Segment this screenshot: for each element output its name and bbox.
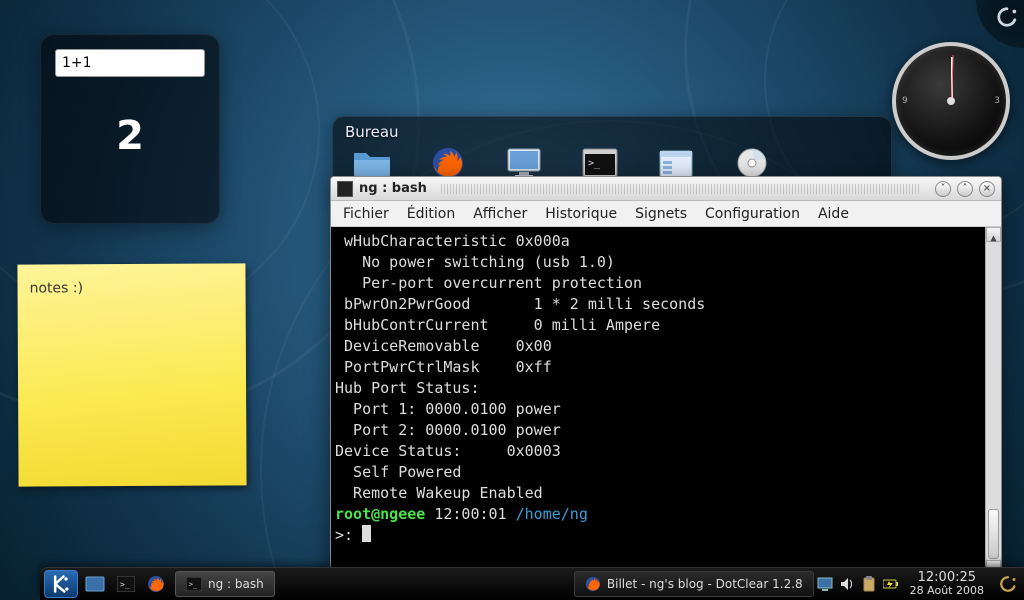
terminal-scrollbar[interactable]: ▲ ▼ [985,227,1001,575]
firefox-icon [147,575,165,593]
terminal-line: wHubCharacteristic 0x000a [335,232,570,250]
terminal-line: Self Powered [335,463,461,481]
taskbar-entry-konsole[interactable]: >_ ng : bash [175,571,275,597]
konsole-window[interactable]: ng : bash ˅ ˄ × Fichier Édition Afficher… [330,176,1002,576]
clock-tick-3: 3 [994,96,1000,106]
terminal-viewport[interactable]: wHubCharacteristic 0x000a No power switc… [331,227,1001,575]
quicklaunch-firefox[interactable] [142,571,170,597]
terminal-line: Remote Wakeup Enabled [335,484,543,502]
taskbar-clock-time: 12:00:25 [910,571,984,584]
konsole-icon: >_ [186,577,202,591]
terminal-line: No power switching (usb 1.0) [335,253,615,271]
terminal-line: bPwrOn2PwrGood 1 * 2 milli seconds [335,295,705,313]
panel-cashew-button[interactable] [993,571,1023,597]
menu-edition[interactable]: Édition [407,206,455,222]
terminal-line: Port 1: 0000.0100 power [335,400,561,418]
menubar[interactable]: Fichier Édition Afficher Historique Sign… [331,201,1001,227]
window-titlebar[interactable]: ng : bash ˅ ˄ × [331,177,1001,201]
tray-clipboard-icon[interactable] [860,575,878,593]
titlebar-grip[interactable] [441,184,921,194]
menu-afficher[interactable]: Afficher [473,206,527,222]
terminal-line: Port 2: 0000.0100 power [335,421,561,439]
prompt-path: /home/ng [516,505,588,523]
prompt-user: root@ngeee [335,505,425,523]
prompt-time: 12:00:01 [434,505,506,523]
menu-aide[interactable]: Aide [818,206,849,222]
cashew-icon [996,6,1018,28]
kickoff-menu-button[interactable] [44,570,78,598]
konsole-titlebar-icon [337,181,353,197]
taskbar-panel[interactable]: >_ >_ ng : bash Billet - ng's blog - Dot… [40,567,1024,600]
show-desktop-icon [85,576,105,592]
menu-fichier[interactable]: Fichier [343,206,389,222]
calculator-widget[interactable]: 2 [40,34,220,224]
sticky-note-widget[interactable]: notes :) [17,263,246,486]
terminal-line: Device Status: 0x0003 [335,442,561,460]
terminal-line: Hub Port Status: [335,379,480,397]
terminal-line: PortPwrCtrlMask 0xff [335,358,552,376]
tray-volume-icon[interactable] [838,575,856,593]
show-desktop-button[interactable] [80,571,110,597]
menu-configuration[interactable]: Configuration [705,206,800,222]
prompt-ps2: >: [335,526,362,544]
svg-text:>_: >_ [588,158,601,169]
terminal-line: bHubContrCurrent 0 milli Ampere [335,316,660,334]
sticky-note-text[interactable]: notes :) [30,280,84,296]
taskbar-entry-label: ng : bash [208,577,264,591]
menu-historique[interactable]: Historique [545,206,617,222]
calculator-input[interactable] [55,49,205,77]
firefox-icon [585,576,601,592]
close-button[interactable]: × [979,181,995,197]
terminal-line: DeviceRemovable 0x00 [335,337,552,355]
tray-battery-icon[interactable] [882,575,900,593]
konsole-icon: >_ [117,576,135,592]
scrollbar-thumb[interactable] [988,509,999,559]
taskbar-clock[interactable]: 12:00:25 28 Août 2008 [902,571,992,597]
maximize-button[interactable]: ˄ [957,181,973,197]
scroll-up-button[interactable]: ▲ [986,227,1001,242]
terminal-cursor [362,525,371,542]
clock-tick-9: 9 [902,96,908,106]
svg-text:>_: >_ [189,581,198,589]
window-title: ng : bash [359,181,427,196]
taskbar-clock-date: 28 Août 2008 [910,584,984,597]
taskbar-entry-label: Billet - ng's blog - DotClear 1.2.8 [607,577,803,591]
calculator-result: 2 [55,113,205,159]
desktop-folder-title: Bureau [333,117,891,145]
cashew-icon [999,575,1017,593]
taskbar-entry-firefox[interactable]: Billet - ng's blog - DotClear 1.2.8 [574,571,814,597]
kde-logo-icon [51,574,71,594]
minimize-button[interactable]: ˅ [935,181,951,197]
svg-text:>_: >_ [120,580,130,589]
quicklaunch-konsole[interactable]: >_ [112,571,140,597]
terminal-line: Per-port overcurrent protection [335,274,642,292]
tray-display-icon[interactable] [816,575,834,593]
menu-signets[interactable]: Signets [635,206,687,222]
analog-clock-widget[interactable]: 3 9 [892,42,1010,160]
